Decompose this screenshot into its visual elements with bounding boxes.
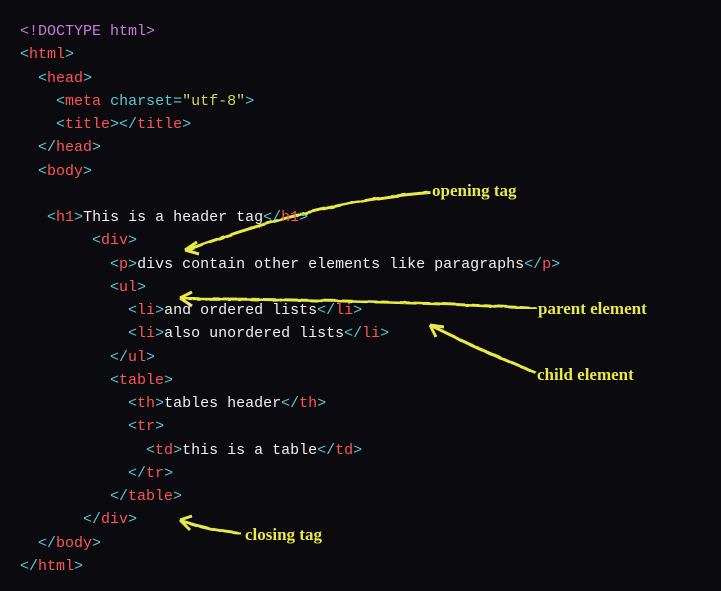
annotation-opening-tag: opening tag [432, 178, 517, 204]
annotation-parent-element: parent element [538, 296, 647, 322]
doctype: <!DOCTYPE html> [20, 23, 155, 40]
annotation-child-element: child element [537, 362, 634, 388]
annotation-closing-tag: closing tag [245, 522, 322, 548]
